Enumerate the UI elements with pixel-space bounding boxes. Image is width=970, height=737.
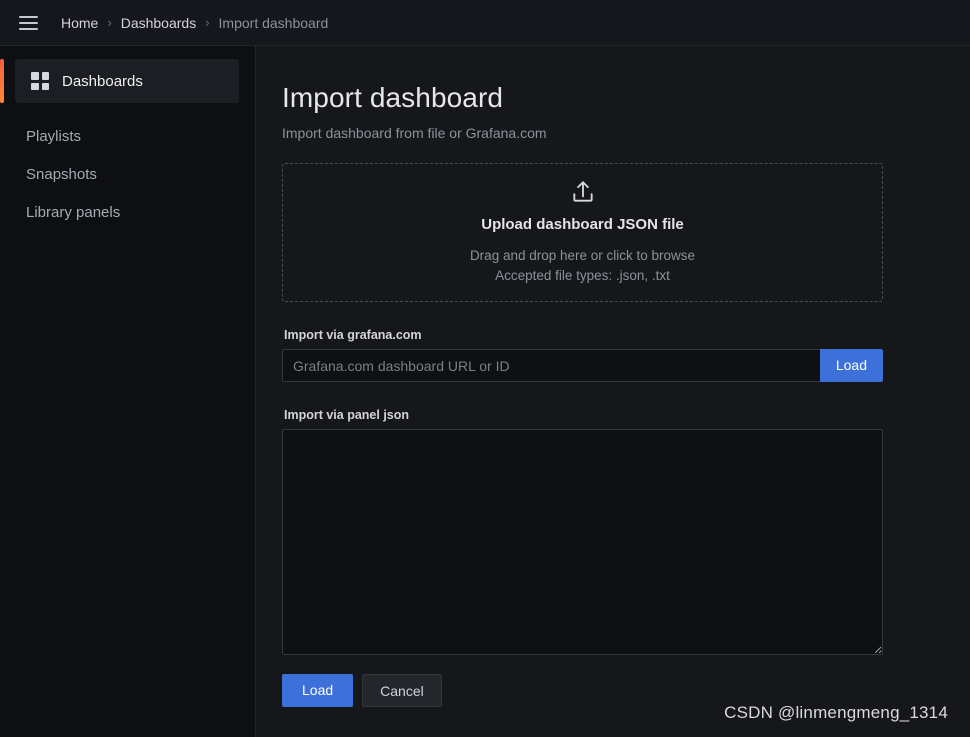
- dropzone-accepted-types: Accepted file types: .json, .txt: [495, 268, 670, 283]
- grafana-import-dashboard-page: Home › Dashboards › Import dashboard Das…: [0, 0, 970, 737]
- sidebar-item-playlists[interactable]: Playlists: [26, 117, 255, 155]
- breadcrumb-item-home[interactable]: Home: [61, 15, 98, 31]
- watermark: CSDN @linmengmeng_1314: [724, 703, 948, 722]
- file-dropzone[interactable]: Upload dashboard JSON file Drag and drop…: [282, 163, 883, 302]
- upload-icon: [570, 179, 596, 205]
- main-content: Import dashboard Import dashboard from f…: [256, 46, 970, 737]
- dashboards-grid-icon: [31, 72, 49, 90]
- page-body: Dashboards Playlists Snapshots Library p…: [0, 46, 970, 737]
- menu-bar-1: [18, 15, 38, 18]
- panel-json-label: Import via panel json: [284, 408, 410, 422]
- sidebar-item-label: Dashboards: [62, 72, 143, 90]
- breadcrumb-separator-icon: ›: [205, 15, 210, 30]
- menu-bar-2: [18, 21, 38, 24]
- grafana-com-input-row: Load: [282, 349, 883, 382]
- breadcrumb-separator-icon: ›: [107, 15, 112, 30]
- grid-square-3: [31, 82, 39, 90]
- panel-json-textarea[interactable]: [282, 429, 883, 655]
- top-navigation-bar: Home › Dashboards › Import dashboard: [0, 0, 970, 46]
- breadcrumb-item-dashboards[interactable]: Dashboards: [121, 15, 197, 31]
- grafana-com-url-input[interactable]: [282, 349, 820, 382]
- sidebar-item-dashboards[interactable]: Dashboards: [0, 59, 239, 103]
- sidebar-item-library-panels[interactable]: Library panels: [26, 193, 255, 231]
- import-form: Upload dashboard JSON file Drag and drop…: [282, 163, 883, 707]
- grafana-com-label: Import via grafana.com: [284, 328, 422, 342]
- cancel-button[interactable]: Cancel: [362, 674, 442, 707]
- page-subtitle: Import dashboard from file or Grafana.co…: [282, 125, 547, 141]
- sidebar-item-label: Library panels: [26, 203, 121, 221]
- load-button[interactable]: Load: [282, 674, 354, 707]
- sidebar-item-label: Snapshots: [26, 165, 97, 183]
- breadcrumb-item-import-dashboard: Import dashboard: [218, 14, 329, 31]
- breadcrumb: Home › Dashboards › Import dashboard: [61, 15, 328, 31]
- sidebar-item-label: Playlists: [26, 127, 82, 145]
- page-title: Import dashboard: [282, 82, 504, 113]
- sidebar-item-snapshots[interactable]: Snapshots: [26, 155, 255, 193]
- menu-bar-3: [18, 27, 38, 30]
- dropzone-title: Upload dashboard JSON file: [481, 216, 684, 234]
- hamburger-menu-icon[interactable]: [14, 9, 42, 37]
- grid-square-1: [31, 72, 39, 80]
- sidebar-navigation: Dashboards Playlists Snapshots Library p…: [0, 46, 256, 737]
- grid-square-2: [41, 72, 49, 80]
- grid-square-4: [41, 82, 49, 90]
- load-url-button[interactable]: Load: [819, 349, 883, 382]
- dropzone-hint: Drag and drop here or click to browse: [469, 248, 696, 264]
